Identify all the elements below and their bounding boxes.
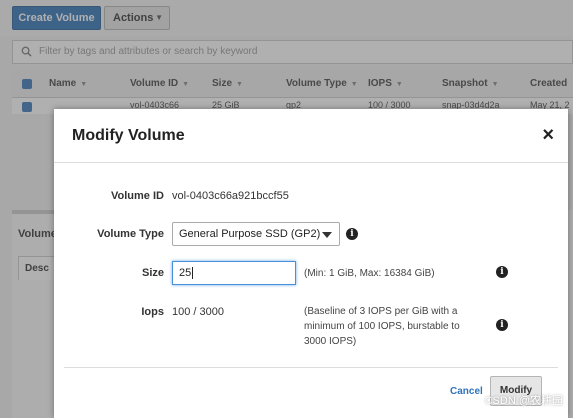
volume-id-label: Volume ID: [111, 190, 164, 202]
iops-hint-line-1: (Baseline of 3 IOPS per GiB with a: [304, 306, 458, 317]
volume-id-value: vol-0403c66a921bccf55: [172, 190, 289, 202]
text-cursor: [192, 267, 194, 280]
iops-value: 100 / 3000: [172, 306, 224, 318]
size-label: Size: [141, 267, 164, 279]
modify-volume-dialog: Modify Volume × Volume ID vol-0403c66a92…: [54, 109, 568, 418]
dialog-title: Modify Volume: [72, 127, 185, 144]
dialog-header: Modify Volume ×: [54, 109, 568, 163]
volume-type-select[interactable]: General Purpose SSD (GP2): [172, 222, 340, 246]
cancel-link[interactable]: Cancel: [450, 386, 483, 397]
info-icon[interactable]: i: [496, 266, 508, 278]
size-value: 25: [179, 267, 192, 279]
info-icon[interactable]: i: [496, 319, 508, 331]
iops-hint-line-3: 3000 IOPS): [304, 336, 357, 347]
iops-hint-line-2: minimum of 100 IOPS, burstable to: [304, 321, 460, 332]
watermark: CSDN @农耕园: [484, 395, 563, 407]
iops-label: Iops: [141, 306, 164, 318]
volume-type-label: Volume Type: [97, 228, 164, 240]
chevron-down-icon: [322, 232, 332, 238]
dialog-footer-divider: [64, 367, 558, 368]
size-hint: (Min: 1 GiB, Max: 16384 GiB): [304, 268, 435, 279]
close-icon[interactable]: ×: [542, 125, 554, 145]
size-input[interactable]: 25: [172, 261, 296, 285]
info-icon[interactable]: i: [346, 228, 358, 240]
volume-type-selected: General Purpose SSD (GP2): [179, 228, 321, 240]
iops-hint: (Baseline of 3 IOPS per GiB with a minim…: [304, 304, 460, 349]
